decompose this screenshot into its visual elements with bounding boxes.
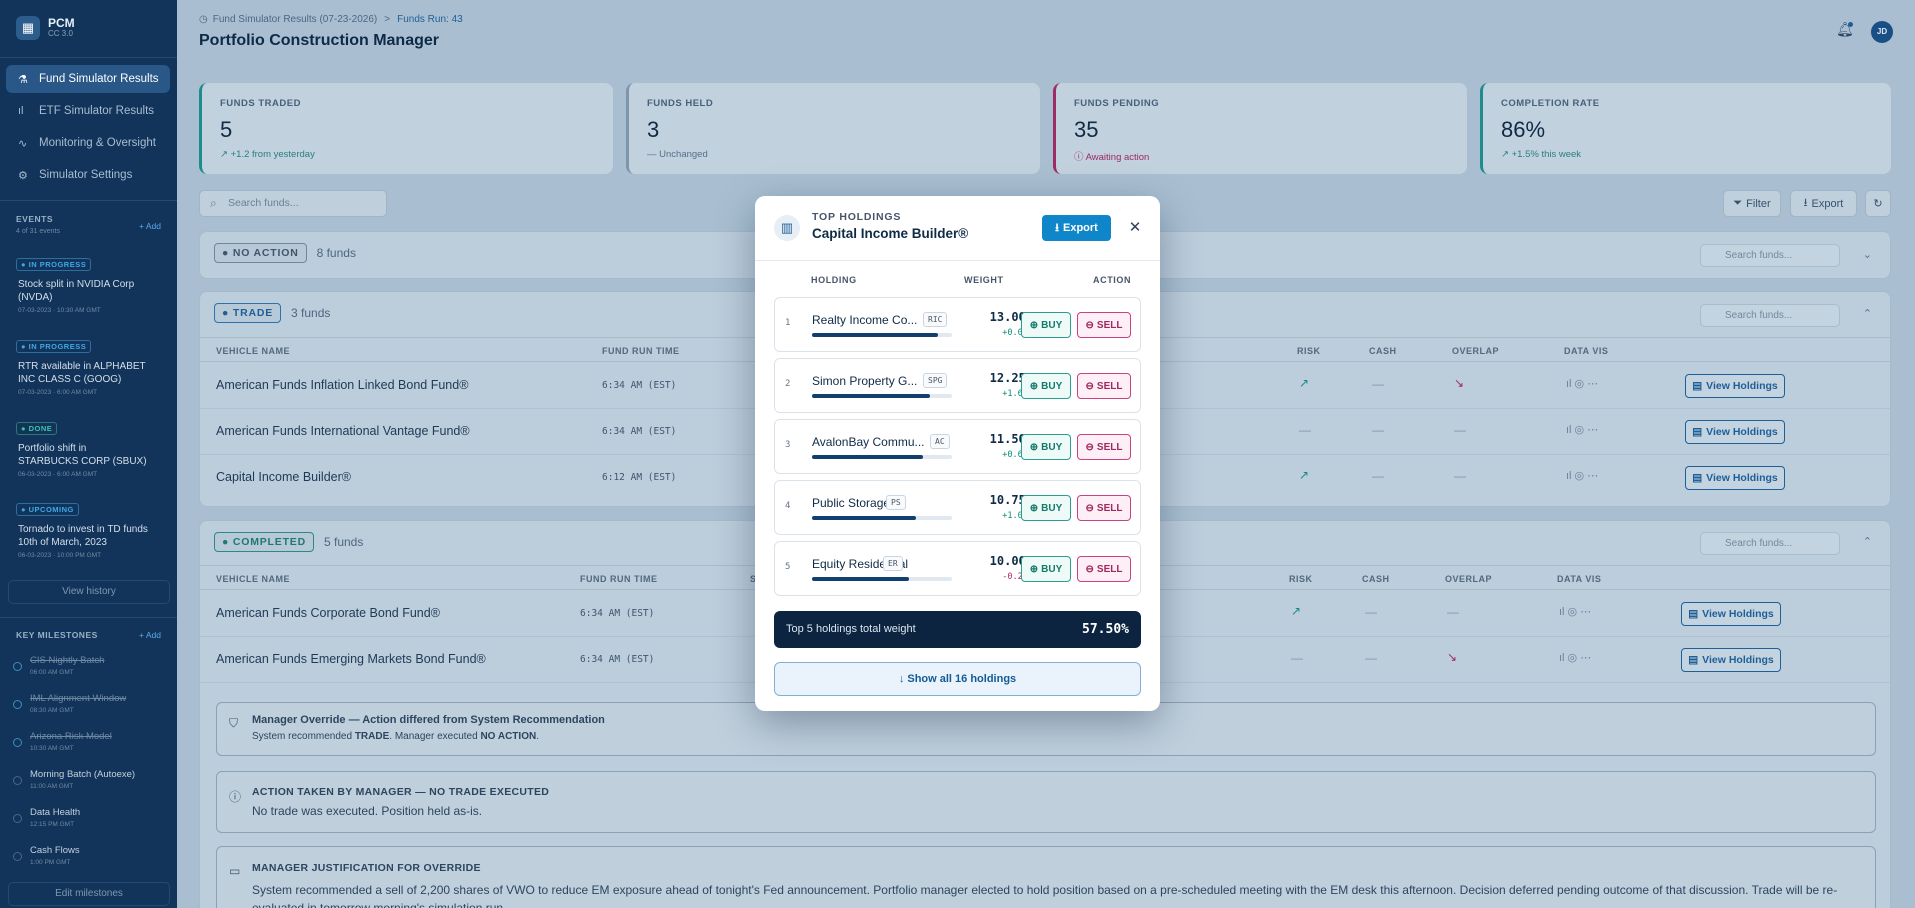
holding-rank: 1: [785, 318, 791, 328]
ticker-badge: SPG: [923, 373, 948, 388]
weight-bar-fill: [812, 516, 916, 520]
ticker-badge: ER: [883, 556, 903, 571]
sell-button[interactable]: ⊖ SELL: [1077, 373, 1131, 399]
buy-button[interactable]: ⊕ BUY: [1021, 312, 1071, 338]
ticker-badge: AC: [930, 434, 950, 449]
modal-title: Capital Income Builder®: [812, 226, 969, 241]
holding-name: Public Storage: [812, 496, 891, 510]
ticker-badge: RIC: [923, 312, 948, 327]
minus-circle-icon: ⊖: [1085, 380, 1094, 392]
building-icon: ▥: [774, 215, 800, 241]
plus-circle-icon: ⊕: [1029, 502, 1039, 514]
holding-row: 4 Public Storage PS 10.75% +1.02% ⊕ BUY ⊖ SELL: [774, 480, 1141, 535]
column-header-holding: HOLDING: [811, 275, 857, 285]
plus-circle-icon: ⊕: [1029, 319, 1039, 331]
minus-circle-icon: ⊖: [1085, 441, 1094, 453]
buy-label: BUY: [1041, 319, 1063, 331]
sell-button[interactable]: ⊖ SELL: [1077, 434, 1131, 460]
holding-name: Simon Property G...: [812, 374, 918, 388]
holding-row: 3 AvalonBay Commu... AC 11.50% +0.67% ⊕ BUY ⊖ SE…: [774, 419, 1141, 474]
sell-label: SELL: [1096, 441, 1123, 453]
holding-row: 2 Simon Property G... SPG 12.25% +1.61% ⊕ BUY ⊖…: [774, 358, 1141, 413]
buy-button[interactable]: ⊕ BUY: [1021, 495, 1071, 521]
modal-export-button[interactable]: ⭳ Export: [1042, 215, 1111, 241]
buy-button[interactable]: ⊕ BUY: [1021, 373, 1071, 399]
buy-label: BUY: [1041, 563, 1063, 575]
total-weight-value: 57.50%: [1082, 622, 1129, 637]
top-holdings-modal: ▥ TOP HOLDINGS Capital Income Builder® ⭳…: [755, 196, 1160, 711]
ticker-badge: PS: [886, 495, 906, 510]
plus-circle-icon: ⊕: [1029, 563, 1039, 575]
minus-circle-icon: ⊖: [1085, 563, 1094, 575]
show-all-holdings-button[interactable]: ↓ Show all 16 holdings: [774, 662, 1141, 696]
plus-circle-icon: ⊕: [1029, 441, 1039, 453]
weight-bar-fill: [812, 394, 930, 398]
minus-circle-icon: ⊖: [1085, 502, 1094, 514]
holding-rank: 4: [785, 501, 791, 511]
weight-bar-fill: [812, 455, 923, 459]
minus-circle-icon: ⊖: [1085, 319, 1094, 331]
weight-bar: [812, 455, 952, 459]
download-icon: ⭳: [1055, 221, 1059, 234]
holding-row: 5 Equity Residential ER 10.00% -0.23% ⊕ BUY ⊖ SE…: [774, 541, 1141, 596]
holding-rank: 2: [785, 379, 791, 389]
buy-label: BUY: [1041, 380, 1063, 392]
holding-rank: 5: [785, 562, 791, 572]
holding-rank: 3: [785, 440, 791, 450]
weight-bar-fill: [812, 333, 938, 337]
export-label: Export: [1063, 222, 1098, 234]
total-weight-bar: Top 5 holdings total weight 57.50%: [774, 611, 1141, 648]
sell-button[interactable]: ⊖ SELL: [1077, 312, 1131, 338]
holding-name: Realty Income Co...: [812, 313, 918, 327]
buy-button[interactable]: ⊕ BUY: [1021, 556, 1071, 582]
buy-label: BUY: [1041, 502, 1063, 514]
sell-label: SELL: [1096, 380, 1123, 392]
sell-button[interactable]: ⊖ SELL: [1077, 556, 1131, 582]
total-weight-label: Top 5 holdings total weight: [786, 623, 916, 635]
sell-button[interactable]: ⊖ SELL: [1077, 495, 1131, 521]
column-header-weight: WEIGHT: [964, 275, 1004, 285]
weight-bar: [812, 394, 952, 398]
close-icon[interactable]: ✕: [1123, 216, 1147, 240]
weight-bar: [812, 333, 952, 337]
sell-label: SELL: [1096, 563, 1123, 575]
sell-label: SELL: [1096, 319, 1123, 331]
weight-bar: [812, 577, 952, 581]
plus-circle-icon: ⊕: [1029, 380, 1039, 392]
holding-name: AvalonBay Commu...: [812, 435, 925, 449]
modal-label: TOP HOLDINGS: [812, 211, 902, 223]
column-header-action: ACTION: [1093, 275, 1132, 285]
buy-button[interactable]: ⊕ BUY: [1021, 434, 1071, 460]
sell-label: SELL: [1096, 502, 1123, 514]
weight-bar-fill: [812, 577, 909, 581]
weight-bar: [812, 516, 952, 520]
buy-label: BUY: [1041, 441, 1063, 453]
modal-divider: [755, 260, 1160, 261]
holding-row: 1 Realty Income Co... RIC 13.00% +0.08% ⊕ BUY ⊖…: [774, 297, 1141, 352]
